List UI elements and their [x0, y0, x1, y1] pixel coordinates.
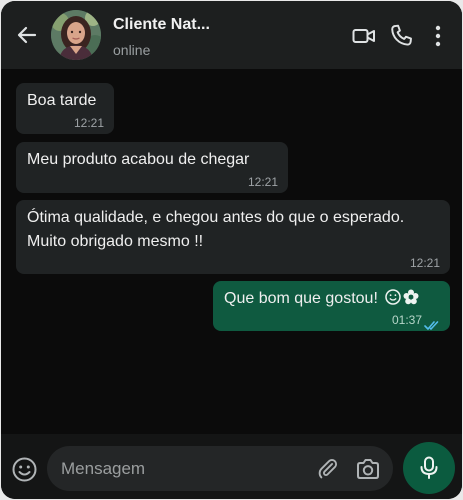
emoji-icon[interactable]	[11, 456, 38, 483]
message-time: 01:37	[391, 313, 422, 327]
message-input[interactable]	[61, 458, 301, 480]
message-text: Ótima qualidade, e chegou antes do que o…	[27, 209, 405, 250]
contact-name[interactable]: Cliente Nat...	[113, 16, 210, 34]
message-time: 12:21	[247, 175, 278, 189]
message-input-container	[47, 446, 393, 491]
contact-avatar[interactable]	[51, 10, 101, 60]
message-outgoing[interactable]: Que bom que gostou! 01:37	[213, 281, 450, 331]
microphone-icon	[420, 456, 438, 479]
message-text: Que bom que gostou!	[224, 290, 378, 307]
video-camera-icon[interactable]	[351, 23, 377, 49]
message-text: Boa tarde	[27, 92, 97, 109]
message-composer	[1, 434, 462, 499]
message-incoming[interactable]: Ótima qualidade, e chegou antes do que o…	[16, 200, 450, 274]
message-text: Meu produto acabou de chegar	[27, 151, 250, 168]
message-time: 12:21	[73, 116, 104, 130]
message-incoming[interactable]: Meu produto acabou de chegar 12:21	[16, 142, 288, 193]
double-check-read-icon	[424, 315, 441, 330]
chat-header: Cliente Nat... online	[1, 1, 462, 69]
back-arrow-icon[interactable]	[15, 23, 39, 47]
message-list: Boa tarde 12:21 Meu produto acabou de ch…	[1, 69, 462, 434]
more-vertical-icon[interactable]	[425, 23, 451, 49]
phone-icon[interactable]	[388, 23, 414, 49]
message-incoming[interactable]: Boa tarde 12:21	[16, 83, 114, 134]
paperclip-icon[interactable]	[317, 458, 339, 480]
microphone-button[interactable]	[403, 442, 455, 494]
contact-status: online	[113, 42, 151, 58]
smiling-face-emoji-icon	[385, 288, 421, 314]
message-time: 12:21	[409, 256, 440, 270]
camera-icon[interactable]	[355, 457, 381, 481]
chat-window: Cliente Nat... online Boa tarde 12:21 Me…	[1, 1, 462, 499]
